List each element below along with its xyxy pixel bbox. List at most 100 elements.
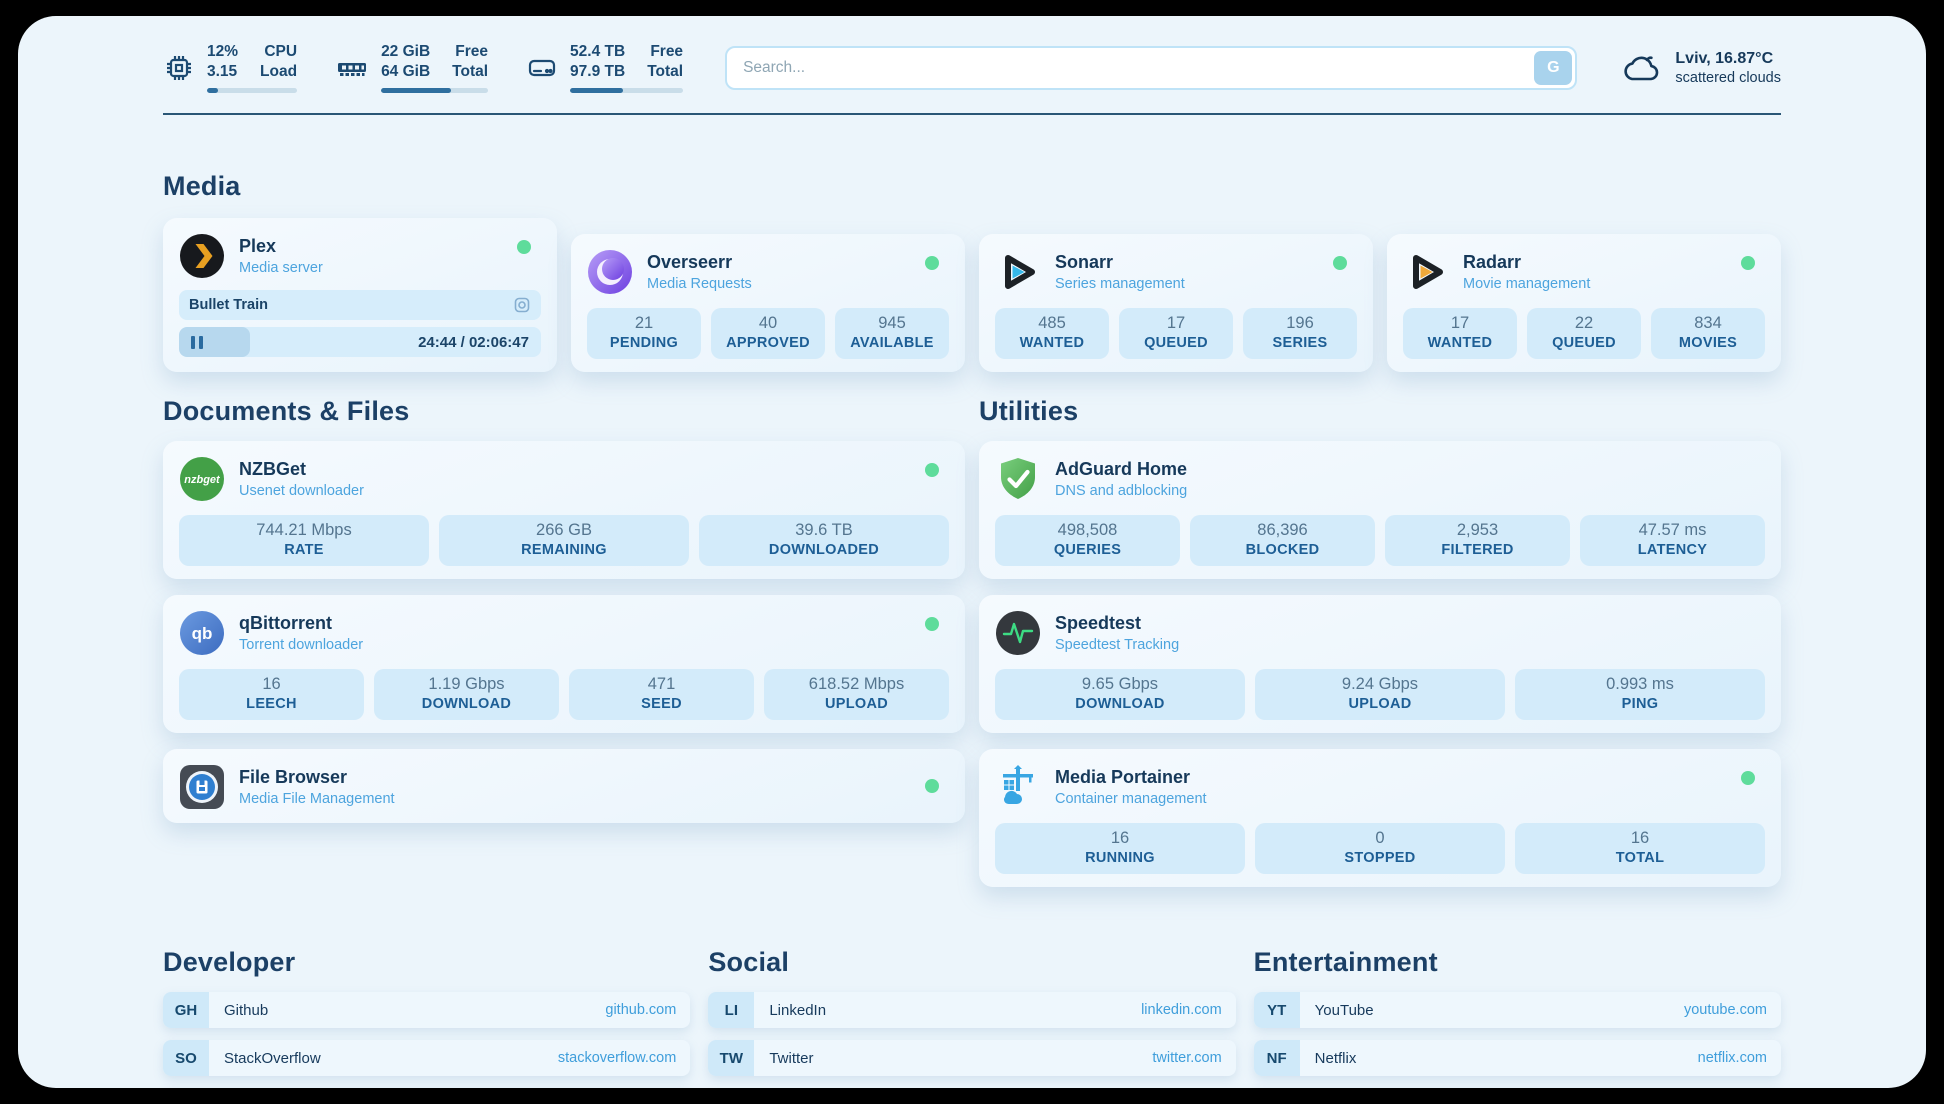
ram-free-value: 22 GiB — [381, 42, 430, 62]
playback-progress-bar: 24:44 / 02:06:47 — [179, 327, 541, 357]
stat-pending: 21 PENDING — [587, 308, 701, 359]
link-name: YouTube — [1315, 1002, 1374, 1019]
link-youtube[interactable]: YT YouTube youtube.com — [1254, 992, 1781, 1028]
stat-filtered: 2,953 FILTERED — [1385, 515, 1570, 566]
video-camera-icon — [513, 296, 531, 314]
link-github[interactable]: GH Github github.com — [163, 992, 690, 1028]
app-desc: Usenet downloader — [239, 483, 364, 499]
stat-series: 196 SERIES — [1243, 308, 1357, 359]
app-name: Plex — [239, 236, 323, 257]
link-url: netflix.com — [1698, 1050, 1767, 1066]
nzbget-card[interactable]: nzbget NZBGet Usenet downloader 744.21 M… — [163, 441, 965, 579]
sonarr-icon — [995, 249, 1041, 295]
link-name: Netflix — [1315, 1050, 1357, 1067]
disk-progress-bar — [570, 88, 683, 93]
app-name: File Browser — [239, 767, 395, 788]
stat-upload: 618.52 Mbps UPLOAD — [764, 669, 949, 720]
pause-icon[interactable] — [191, 336, 203, 349]
app-desc: Torrent downloader — [239, 637, 363, 653]
search-bar: G — [725, 46, 1577, 90]
app-name: Media Portainer — [1055, 767, 1207, 788]
speedtest-icon — [995, 610, 1041, 656]
ram-total-label: Total — [452, 62, 488, 82]
bookmarks-area: Developer GH Github github.com SO StackO… — [163, 947, 1781, 1088]
topbar-divider — [163, 113, 1781, 115]
link-name: Twitter — [769, 1050, 813, 1067]
weather-widget[interactable]: Lviv, 16.87°C scattered clouds — [1619, 48, 1781, 88]
link-stackoverflow[interactable]: SO StackOverflow stackoverflow.com — [163, 1040, 690, 1076]
cpu-icon — [163, 52, 195, 84]
portainer-card[interactable]: Media Portainer Container management 16 … — [979, 749, 1781, 887]
stat-remaining: 266 GB REMAINING — [439, 515, 689, 566]
app-name: Speedtest — [1055, 613, 1179, 634]
now-playing-row: Bullet Train — [179, 290, 541, 320]
app-name: Overseerr — [647, 252, 752, 273]
link-name: Github — [224, 1002, 268, 1019]
app-name: Radarr — [1463, 252, 1590, 273]
two-column-area: Documents & Files nzbget NZBGet Usenet d… — [163, 396, 1781, 887]
qbittorrent-icon: qb — [179, 610, 225, 656]
adguard-icon — [995, 456, 1041, 502]
disk-total-label: Total — [647, 62, 683, 82]
stat-latency: 47.57 ms LATENCY — [1580, 515, 1765, 566]
stat-wanted: 17 WANTED — [1403, 308, 1517, 359]
overseerr-card[interactable]: Overseerr Media Requests 21 PENDING 40 A… — [571, 234, 965, 372]
stat-queued: 17 QUEUED — [1119, 308, 1233, 359]
link-linkedin[interactable]: LI LinkedIn linkedin.com — [708, 992, 1235, 1028]
app-desc: Speedtest Tracking — [1055, 637, 1179, 653]
search-input[interactable] — [725, 46, 1577, 90]
link-name: StackOverflow — [224, 1050, 321, 1067]
section-title-social: Social — [708, 947, 1235, 978]
stat-seed: 471 SEED — [569, 669, 754, 720]
stat-available: 945 AVAILABLE — [835, 308, 949, 359]
svg-text:nzbget: nzbget — [184, 474, 221, 486]
app-desc: Media server — [239, 260, 323, 276]
plex-icon — [179, 233, 225, 279]
disk-free-label: Free — [650, 42, 683, 62]
stat-total: 16 TOTAL — [1515, 823, 1765, 874]
stat-approved: 40 APPROVED — [711, 308, 825, 359]
link-abbr: YT — [1254, 992, 1300, 1028]
link-url: github.com — [605, 1002, 676, 1018]
dashboard-page: 12% 3.15 CPU Load — [18, 16, 1926, 1088]
ram-stat-group: 22 GiB 64 GiB Free Total — [335, 42, 488, 93]
radarr-card[interactable]: Radarr Movie management 17 WANTED 22 QUE… — [1387, 234, 1781, 372]
documents-column: Documents & Files nzbget NZBGet Usenet d… — [163, 396, 965, 887]
speedtest-card[interactable]: Speedtest Speedtest Tracking 9.65 Gbps D… — [979, 595, 1781, 733]
cloud-icon — [1619, 48, 1663, 88]
qbittorrent-card[interactable]: qb qBittorrent Torrent downloader 16 LEE… — [163, 595, 965, 733]
filebrowser-card[interactable]: File Browser Media File Management — [163, 749, 965, 823]
social-column: Social LI LinkedIn linkedin.com TW Twitt… — [708, 947, 1235, 1088]
sonarr-card[interactable]: Sonarr Series management 485 WANTED 17 Q… — [979, 234, 1373, 372]
ram-icon — [335, 52, 369, 84]
adguard-card[interactable]: AdGuard Home DNS and adblocking 498,508 … — [979, 441, 1781, 579]
app-name: Sonarr — [1055, 252, 1185, 273]
svg-text:qb: qb — [192, 624, 213, 643]
section-title-developer: Developer — [163, 947, 690, 978]
disk-icon — [526, 52, 558, 84]
link-name: LinkedIn — [769, 1002, 826, 1019]
app-desc: Media File Management — [239, 791, 395, 807]
stat-queued: 22 QUEUED — [1527, 308, 1641, 359]
weather-condition: scattered clouds — [1675, 70, 1781, 86]
top-bar: 12% 3.15 CPU Load — [163, 42, 1781, 93]
disk-stat-group: 52.4 TB 97.9 TB Free Total — [526, 42, 683, 93]
system-stats: 12% 3.15 CPU Load — [163, 42, 683, 93]
stat-downloaded: 39.6 TB DOWNLOADED — [699, 515, 949, 566]
link-twitter[interactable]: TW Twitter twitter.com — [708, 1040, 1235, 1076]
link-abbr: LI — [708, 992, 754, 1028]
stat-download: 1.19 Gbps DOWNLOAD — [374, 669, 559, 720]
link-url: linkedin.com — [1141, 1002, 1222, 1018]
section-title-entertainment: Entertainment — [1254, 947, 1781, 978]
search-provider-button[interactable]: G — [1534, 51, 1572, 85]
stat-wanted: 485 WANTED — [995, 308, 1109, 359]
plex-card[interactable]: Plex Media server Bullet Train 24:44 / 0… — [163, 218, 557, 372]
developer-column: Developer GH Github github.com SO StackO… — [163, 947, 690, 1088]
link-abbr: NF — [1254, 1040, 1300, 1076]
app-desc: Movie management — [1463, 276, 1590, 292]
ram-total-value: 64 GiB — [381, 62, 430, 82]
stat-queries: 498,508 QUERIES — [995, 515, 1180, 566]
app-desc: Series management — [1055, 276, 1185, 292]
stat-download: 9.65 Gbps DOWNLOAD — [995, 669, 1245, 720]
link-netflix[interactable]: NF Netflix netflix.com — [1254, 1040, 1781, 1076]
